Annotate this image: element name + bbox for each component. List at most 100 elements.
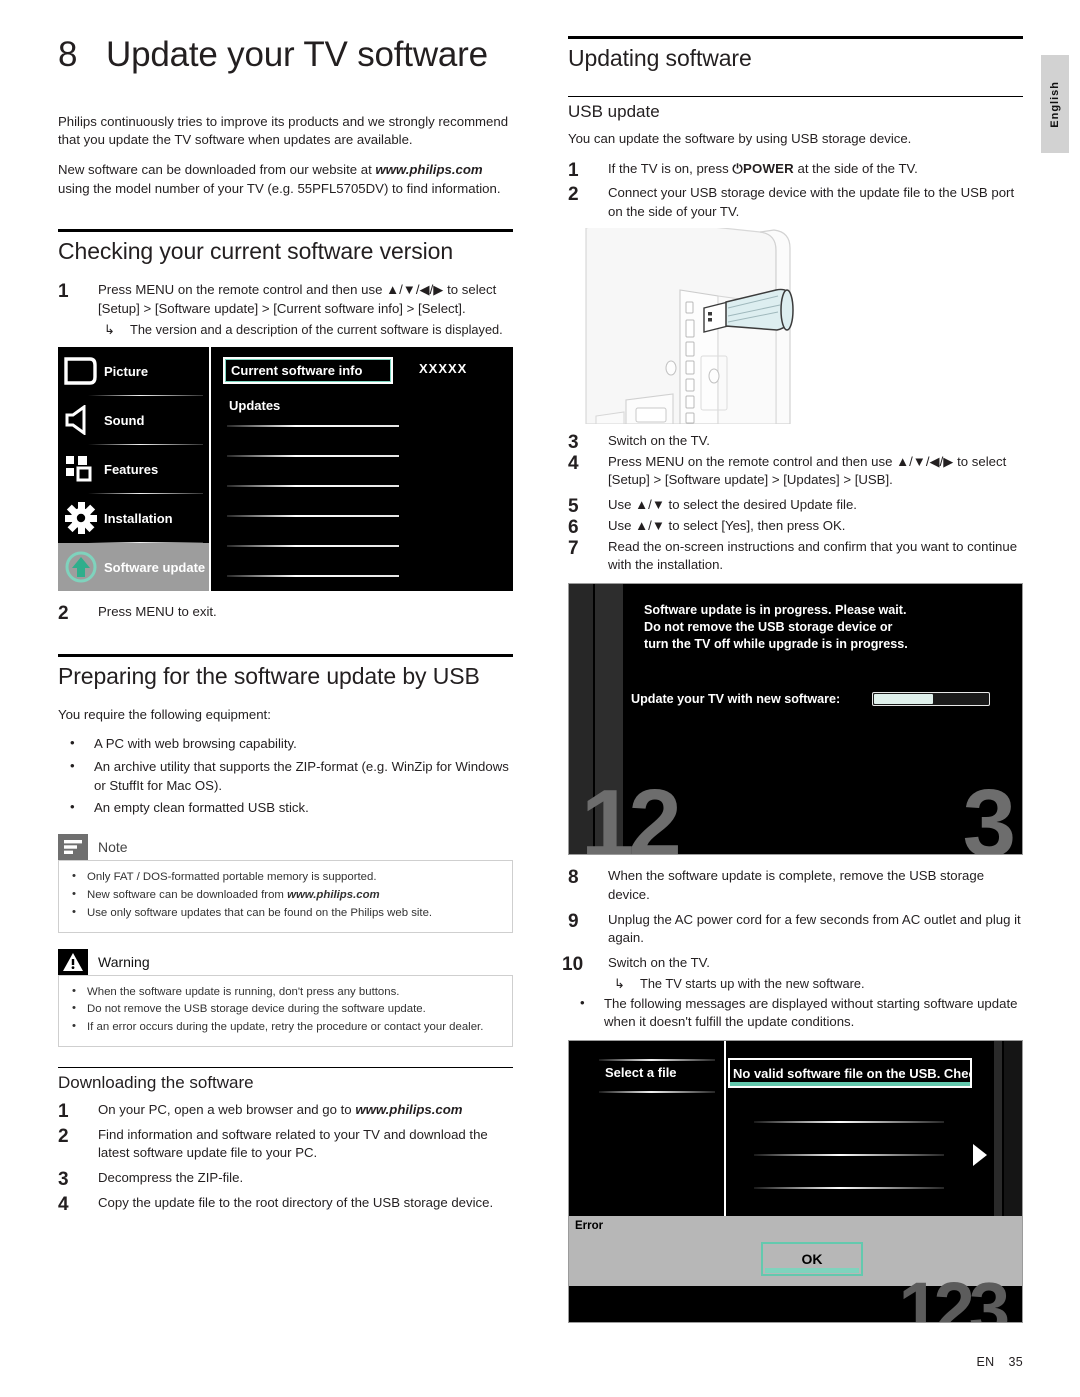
note-b-pre: New software can be downloaded from xyxy=(87,889,288,901)
ok-button-label: OK xyxy=(801,1251,823,1268)
osd-item-label: Picture xyxy=(104,363,149,379)
step-number: 10 xyxy=(562,954,584,976)
step-result: ↳ The version and a description of the c… xyxy=(98,321,513,339)
section-rule xyxy=(58,653,513,657)
step-item: 10 Switch on the TV. ↳ The TV starts up … xyxy=(562,954,1023,993)
osd-empty-row xyxy=(227,544,399,547)
speaker-icon xyxy=(60,400,102,440)
warning-triangle-icon xyxy=(58,948,88,975)
ok-button[interactable]: OK xyxy=(761,1242,863,1277)
warning-callout: Warning When the software update is runn… xyxy=(58,948,513,1047)
progress-message: Software update is in progress. Please w… xyxy=(644,602,1008,653)
step-number: 9 xyxy=(568,910,579,932)
step-text: Press MENU on the remote control and the… xyxy=(98,282,497,317)
osd-menu-item-picture[interactable]: Picture xyxy=(58,347,209,396)
result-arrow-icon: ↳ xyxy=(614,975,625,991)
page-footer: EN 35 xyxy=(977,1355,1023,1369)
step-item: 1 Press MENU on the remote control and t… xyxy=(58,281,513,338)
features-grid-icon xyxy=(60,449,102,489)
list-item: New software can be downloaded from www.… xyxy=(65,886,502,905)
step-item: 4 Press MENU on the remote control and t… xyxy=(568,453,1023,490)
preparing-section-heading: Preparing for the software update by USB xyxy=(58,662,480,689)
step-text: Use ▲/▼ to select [Yes], then press OK. xyxy=(608,517,846,533)
step-number: 3 xyxy=(58,1169,69,1191)
progress-bar xyxy=(872,692,990,707)
list-item: An archive utility that supports the ZIP… xyxy=(58,757,513,795)
step-text: Switch on the TV. xyxy=(608,432,710,448)
intro2-pre: New software can be downloaded from our … xyxy=(58,161,376,177)
intro2-post: using the model number of your TV (e.g. … xyxy=(58,180,501,196)
osd-option-updates[interactable]: Updates xyxy=(223,392,393,419)
step-text: When the software update is complete, re… xyxy=(608,868,985,902)
list-item: Do not remove the USB storage device dur… xyxy=(65,1000,502,1019)
osd-empty-row xyxy=(227,514,399,517)
usb-update-steps-part3: 8 When the software update is complete, … xyxy=(562,867,1023,993)
footer-language-code: EN xyxy=(976,1355,995,1369)
osd-menu-item-sound[interactable]: Sound xyxy=(58,396,209,445)
step-text: Find information and software related to… xyxy=(98,1126,488,1161)
osd-left-pane: Picture Sound Features Installation Soft… xyxy=(58,346,211,591)
chapter-title-text: Update your TV software xyxy=(106,35,488,74)
step-text-post: at the side of the TV. xyxy=(793,160,918,176)
step-item: 2 Press MENU to exit. xyxy=(58,603,513,624)
section-rule xyxy=(58,229,513,233)
osd-empty-row xyxy=(227,574,399,577)
osd-menu-item-software-update[interactable]: Software update xyxy=(58,542,209,591)
software-update-progress-screenshot: Software update is in progress. Please w… xyxy=(568,583,1023,856)
step-item: 7 Read the on-screen instructions and co… xyxy=(568,538,1023,575)
step-text: On your PC, open a web browser and go to xyxy=(98,1101,356,1117)
warning-callout-title: Warning xyxy=(98,953,150,970)
osd-bottom-band: 123 xyxy=(569,1272,1022,1323)
gear-icon xyxy=(60,498,102,538)
note-lines-icon xyxy=(58,834,88,861)
osd-menu-item-features[interactable]: Features xyxy=(58,445,209,494)
usb-update-steps-part1: 1 If the TV is on, press ⏻POWER at the s… xyxy=(568,160,1023,222)
step-number: 8 xyxy=(568,867,579,889)
note-callout-body: Only FAT / DOS-formatted portable memory… xyxy=(58,860,513,933)
osd-empty-row xyxy=(227,424,399,427)
osd-empty-row xyxy=(227,454,399,457)
step-item: 5 Use ▲/▼ to select the desired Update f… xyxy=(568,496,1023,517)
result-arrow-icon: ↳ xyxy=(104,321,115,337)
error-dialog-title: Error xyxy=(575,1220,604,1233)
chapter-number: 8 xyxy=(58,35,78,74)
chapter-intro-paragraph-1: Philips continuously tries to improve it… xyxy=(58,113,509,148)
step-item: 8 When the software update is complete, … xyxy=(568,867,1023,904)
step-text: Read the on-screen instructions and conf… xyxy=(608,538,1018,573)
warning-callout-body: When the software update is running, don… xyxy=(58,974,513,1047)
progress-bar-label: Update your TV with new software: xyxy=(631,692,841,707)
step-item: 6 Use ▲/▼ to select [Yes], then press OK… xyxy=(568,517,1023,538)
downloading-subsection-heading: Downloading the software xyxy=(58,1072,254,1092)
warning-callout-header: Warning xyxy=(58,948,513,975)
osd-menu-item-installation[interactable]: Installation xyxy=(58,494,209,543)
step-number: 1 xyxy=(58,1100,69,1122)
progress-bar-fill xyxy=(874,694,934,705)
chevron-right-icon xyxy=(973,1144,987,1167)
philips-url-link[interactable]: www.philips.com xyxy=(375,162,482,177)
progress-message-line1: Software update is in progress. Please w… xyxy=(644,603,907,618)
philips-url-link[interactable]: www.philips.com xyxy=(355,1102,462,1117)
step-item: 3 Decompress the ZIP-file. xyxy=(58,1169,513,1190)
osd-divider xyxy=(599,1091,715,1094)
osd-empty-row xyxy=(754,1121,944,1124)
step-text: Decompress the ZIP-file. xyxy=(98,1170,244,1186)
tv-settings-menu-screenshot: Picture Sound Features Installation Soft… xyxy=(58,346,513,591)
step-text: Copy the update file to the root directo… xyxy=(98,1194,494,1210)
chapter-title: 8 Update your TV software xyxy=(58,35,513,75)
osd-empty-row xyxy=(227,484,399,487)
step-text: Press MENU to exit. xyxy=(98,603,217,619)
usb-update-steps-part2: 3 Switch on the TV. 4 Press MENU on the … xyxy=(568,432,1023,575)
step-item: 9 Unplug the AC power cord for a few sec… xyxy=(568,911,1023,948)
checking-steps-list-cont: 2 Press MENU to exit. xyxy=(58,603,513,624)
progress-message-line2: Do not remove the USB storage device or xyxy=(644,620,893,635)
step-text: Connect your USB storage device with the… xyxy=(608,185,1015,220)
power-label: POWER xyxy=(743,160,794,176)
error-message-highlighted-row[interactable]: No valid software file on the USB. Chec xyxy=(728,1058,972,1089)
osd-side-band xyxy=(994,1041,1002,1217)
progress-message-line3: turn the TV off while upgrade is in prog… xyxy=(644,637,908,652)
list-item: Only FAT / DOS-formatted portable memory… xyxy=(65,868,502,887)
osd-option-current-software-info[interactable]: Current software info xyxy=(223,356,393,384)
philips-url-link[interactable]: www.philips.com xyxy=(287,889,380,901)
subsection-rule xyxy=(58,1066,513,1068)
step-item: 2 Connect your USB storage device with t… xyxy=(568,184,1023,221)
